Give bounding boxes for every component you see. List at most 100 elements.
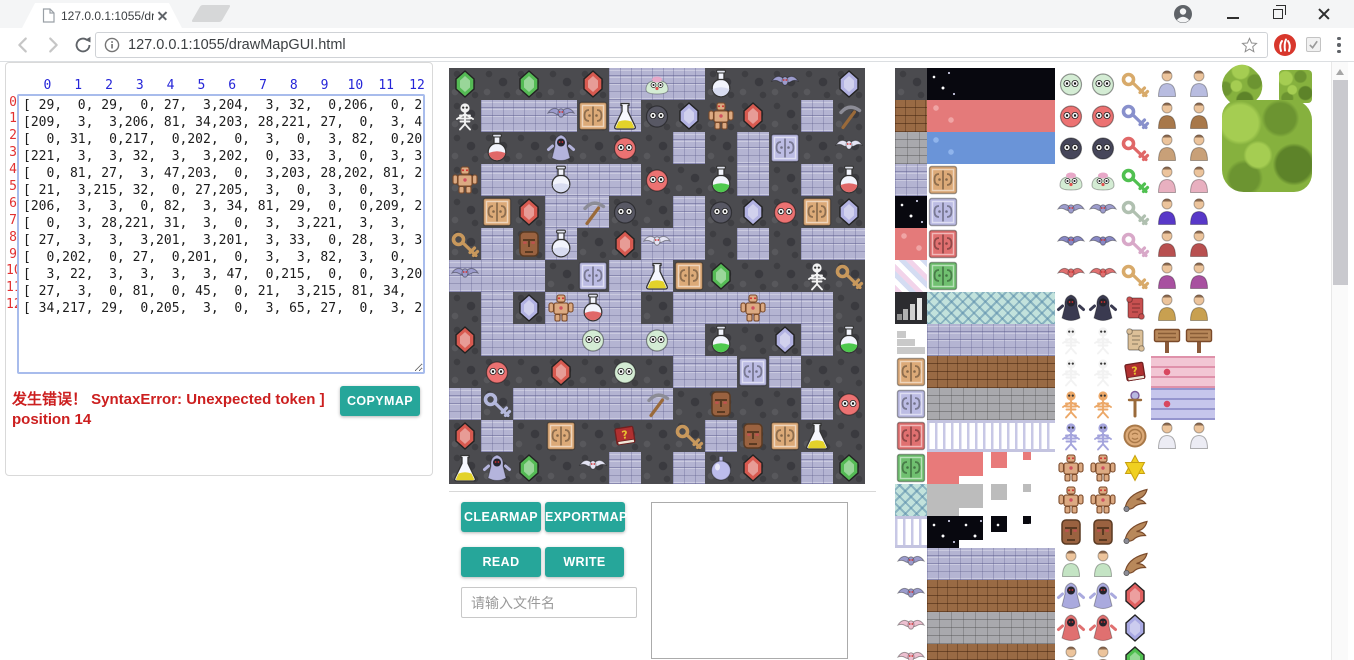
tileset-tile[interactable] xyxy=(1151,164,1183,196)
tileset-tile[interactable] xyxy=(1023,452,1055,484)
tileset-tile[interactable] xyxy=(1087,612,1119,644)
bookmark-star-icon[interactable] xyxy=(1240,36,1259,55)
map-tile[interactable] xyxy=(769,292,801,324)
tileset-tile[interactable] xyxy=(1151,324,1183,356)
extension-blocker-icon[interactable] xyxy=(1272,32,1298,58)
map-tile[interactable] xyxy=(705,68,737,100)
map-tile[interactable] xyxy=(673,164,705,196)
map-tile[interactable] xyxy=(545,228,577,260)
tileset-tile[interactable] xyxy=(1055,196,1087,228)
map-tile[interactable] xyxy=(481,292,513,324)
map-tile[interactable] xyxy=(609,324,641,356)
map-tile[interactable] xyxy=(769,100,801,132)
map-tile[interactable] xyxy=(801,452,833,484)
tab-close-icon[interactable] xyxy=(158,11,168,21)
map-tile[interactable] xyxy=(673,228,705,260)
read-button[interactable]: READ xyxy=(461,547,541,577)
map-tile[interactable] xyxy=(673,196,705,228)
map-tile[interactable] xyxy=(833,356,865,388)
map-tile[interactable] xyxy=(449,452,481,484)
map-tile[interactable] xyxy=(513,388,545,420)
map-tile[interactable] xyxy=(545,324,577,356)
map-tile[interactable] xyxy=(449,324,481,356)
tileset-tile[interactable] xyxy=(1119,196,1151,228)
tileset-tile[interactable] xyxy=(1087,516,1119,548)
map-tile[interactable] xyxy=(833,68,865,100)
map-tile[interactable] xyxy=(833,388,865,420)
tileset-tile[interactable] xyxy=(1151,196,1183,228)
map-tile[interactable] xyxy=(833,100,865,132)
tileset-tile[interactable] xyxy=(1151,228,1183,260)
tileset-tile[interactable] xyxy=(895,356,927,388)
map-tile[interactable] xyxy=(577,196,609,228)
map-tile[interactable] xyxy=(801,356,833,388)
new-tab-button[interactable] xyxy=(191,5,231,22)
map-tile[interactable] xyxy=(513,420,545,452)
map-tile[interactable] xyxy=(609,452,641,484)
map-tile[interactable] xyxy=(481,100,513,132)
map-tile[interactable] xyxy=(673,420,705,452)
tileset-tile[interactable] xyxy=(1119,260,1151,292)
tileset-tile[interactable] xyxy=(1087,388,1119,420)
map-tile[interactable] xyxy=(513,292,545,324)
map-tile[interactable] xyxy=(801,228,833,260)
map-tile[interactable] xyxy=(481,164,513,196)
map-tile[interactable] xyxy=(545,196,577,228)
map-tile[interactable] xyxy=(577,324,609,356)
map-tile[interactable] xyxy=(513,260,545,292)
tileset-tile[interactable] xyxy=(895,196,927,228)
back-button[interactable] xyxy=(8,30,38,60)
tileset-tile[interactable] xyxy=(1183,292,1215,324)
map-tile[interactable] xyxy=(737,324,769,356)
tileset-tile[interactable] xyxy=(927,164,1055,196)
tileset-tile[interactable] xyxy=(895,420,927,452)
map-tile[interactable] xyxy=(545,388,577,420)
map-tile[interactable] xyxy=(577,100,609,132)
tileset-tile[interactable] xyxy=(1119,228,1151,260)
page-scrollbar[interactable] xyxy=(1331,62,1348,660)
map-tile[interactable] xyxy=(545,100,577,132)
tileset-tile[interactable] xyxy=(927,612,1055,644)
map-tile[interactable] xyxy=(705,196,737,228)
tileset-tile[interactable] xyxy=(1183,260,1215,292)
map-tile[interactable] xyxy=(737,196,769,228)
scrollbar-up-icon[interactable] xyxy=(1336,69,1344,75)
map-tile[interactable] xyxy=(673,452,705,484)
map-tile[interactable] xyxy=(449,68,481,100)
map-tile[interactable] xyxy=(641,324,673,356)
tileset-tile[interactable] xyxy=(1055,68,1087,100)
tileset-tile[interactable] xyxy=(959,516,991,548)
tileset-tile[interactable] xyxy=(895,612,927,644)
map-tile[interactable] xyxy=(833,260,865,292)
tileset-tile[interactable] xyxy=(927,420,1055,452)
map-tile[interactable] xyxy=(801,324,833,356)
tileset-tile[interactable] xyxy=(1151,260,1183,292)
map-tile[interactable] xyxy=(833,452,865,484)
map-tile[interactable] xyxy=(673,388,705,420)
tileset-tile[interactable] xyxy=(895,228,927,260)
tileset-tile[interactable] xyxy=(895,324,927,356)
extension-check-icon[interactable] xyxy=(1306,37,1321,52)
map-tile[interactable] xyxy=(705,132,737,164)
map-tile[interactable] xyxy=(769,324,801,356)
map-tile[interactable] xyxy=(481,228,513,260)
tileset-tile[interactable] xyxy=(1183,228,1215,260)
tileset-tile[interactable] xyxy=(1151,356,1215,388)
tileset-tile[interactable] xyxy=(895,516,927,548)
map-tile[interactable] xyxy=(769,196,801,228)
tileset-tile[interactable] xyxy=(1087,548,1119,580)
map-tile[interactable] xyxy=(609,388,641,420)
map-tile[interactable] xyxy=(801,196,833,228)
tileset-tile[interactable] xyxy=(1183,68,1215,100)
map-tile[interactable] xyxy=(705,452,737,484)
tileset-tile[interactable] xyxy=(1183,420,1215,452)
tileset-tile[interactable] xyxy=(927,100,1055,132)
map-tile[interactable] xyxy=(545,164,577,196)
map-tile[interactable] xyxy=(769,164,801,196)
tileset-tile[interactable] xyxy=(895,548,927,580)
tileset-tile[interactable] xyxy=(1055,612,1087,644)
tileset-tile[interactable] xyxy=(927,644,1055,660)
map-tile[interactable] xyxy=(705,420,737,452)
map-tile[interactable] xyxy=(577,228,609,260)
tileset-tile[interactable] xyxy=(1023,484,1055,516)
